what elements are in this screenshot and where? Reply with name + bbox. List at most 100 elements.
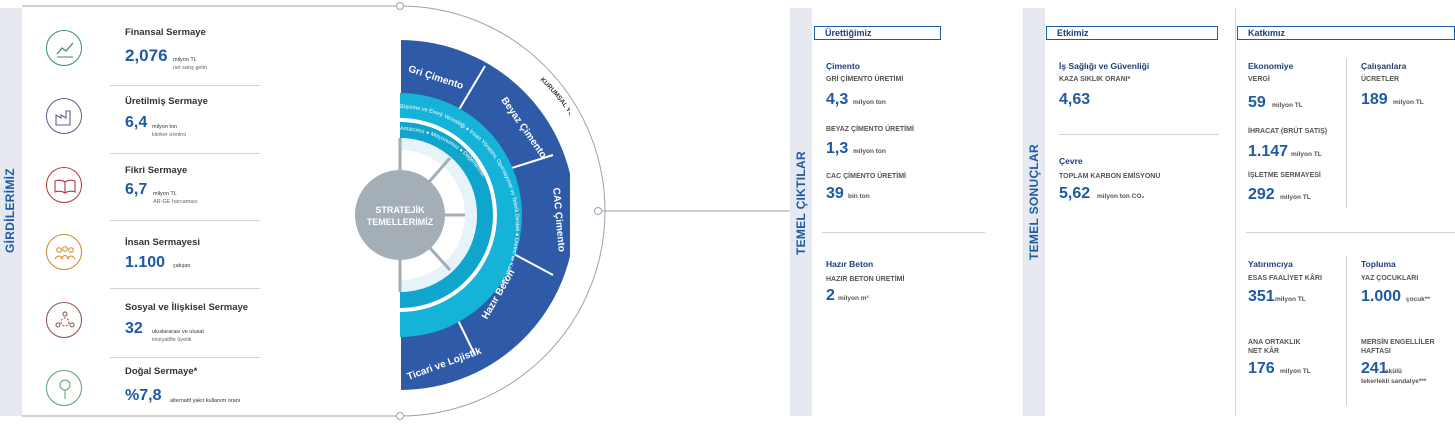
row-separator <box>110 220 260 221</box>
ihracat-label: İHRACAT (BRÜT SATIŞ) <box>1248 128 1328 135</box>
capital-value: %7,8 <box>125 387 162 404</box>
output-label: GRİ ÇİMENTO ÜRETİMİ <box>826 76 904 83</box>
isletme-label: İŞLETME SERMAYESİ <box>1248 172 1321 179</box>
cevre-title: Çevre <box>1059 156 1083 166</box>
row-separator <box>110 85 260 86</box>
yaz-unit: çocuk** <box>1406 296 1430 303</box>
calisanlara-title: Çalışanlara <box>1361 61 1407 71</box>
capital-sub: net satış geliri <box>173 65 207 71</box>
cimento-title: Çimento <box>826 61 860 71</box>
capital-title: Üretilmiş Sermaye <box>125 96 208 107</box>
ucret-value: 189 <box>1361 91 1388 108</box>
ucret-unit: milyon TL <box>1393 99 1424 106</box>
contribution-left-rule <box>1235 8 1236 416</box>
strategy-diagram: STRATEJİK TEMELLERİMİZ Büyüme ve Enerji … <box>340 30 570 390</box>
outputs-vertical-title: TEMEL ÇIKTILAR <box>794 151 808 255</box>
vergi-value: 59 <box>1248 94 1266 111</box>
results-header: Etkimiz <box>1046 26 1218 40</box>
outputs-divider <box>822 232 985 233</box>
capital-unit: milyon TL <box>173 57 197 63</box>
people-group-icon <box>46 234 82 270</box>
row-separator <box>110 153 260 154</box>
factory-icon <box>46 98 82 134</box>
yaz-label: YAZ ÇOCUKLARI <box>1361 275 1419 282</box>
mersin-value: 241 <box>1361 360 1388 377</box>
yatirimciya-title: Yatırımcıya <box>1248 259 1293 269</box>
capital-title: İnsan Sermayesi <box>125 237 200 248</box>
capital-unit: milyon TL <box>153 191 177 197</box>
mersin-unit-2: tekerlekli sandalye*** <box>1361 378 1427 385</box>
center-line1: STRATEJİK <box>375 205 425 215</box>
isg-title: İş Sağlığı ve Güvenliği <box>1059 61 1150 71</box>
ihracat-value: 1.147 <box>1248 143 1289 160</box>
beton-title: Hazır Beton <box>826 259 874 269</box>
isletme-value: 292 <box>1248 186 1275 203</box>
capital-sub: inisiyatifle üyelik <box>152 337 192 343</box>
ekonomiye-title: Ekonomiye <box>1248 61 1294 71</box>
capital-unit: çalışan <box>173 263 191 269</box>
capital-value: 6,4 <box>125 114 148 131</box>
output-value: 1,3 <box>826 140 849 157</box>
isg-value: 4,63 <box>1059 91 1091 108</box>
capital-title: Finansal Sermaye <box>125 27 206 38</box>
output-value: 39 <box>826 185 844 202</box>
capital-sub: AR-GE harcaması <box>153 199 198 205</box>
mersin-unit-1: akülü <box>1385 368 1402 375</box>
output-label: BEYAZ ÇİMENTO ÜRETİMİ <box>826 126 914 133</box>
chart-trend-icon <box>46 30 82 66</box>
row-separator <box>110 288 260 289</box>
vergi-label: VERGİ <box>1248 76 1270 83</box>
cevre-label: TOPLAM KARBON EMİSYONU <box>1059 173 1161 180</box>
faaliyet-unit: milyon TL <box>1275 296 1306 303</box>
capital-sub: klinker üretimi <box>152 132 186 138</box>
contribution-header: Katkımız <box>1237 26 1455 40</box>
output-value: 4,3 <box>826 91 849 108</box>
capital-value: 6,7 <box>125 181 148 198</box>
netkar-unit: milyon TL <box>1280 368 1311 375</box>
yaz-value: 1.000 <box>1361 288 1402 305</box>
contribution-divider <box>1246 232 1455 233</box>
results-vertical-title: TEMEL SONUÇLAR <box>1027 144 1041 260</box>
ihracat-unit: milyon TL <box>1291 151 1322 158</box>
ucret-label: ÜCRETLER <box>1361 76 1400 83</box>
netkar-label-1: ANA ORTAKLIK <box>1248 339 1301 346</box>
output-unit: milyon ton <box>853 148 886 155</box>
row-separator <box>110 357 260 358</box>
capital-unit: milyon ton <box>152 124 178 130</box>
capital-unit: uluslararası ve ulusal <box>152 329 204 335</box>
netkar-value: 176 <box>1248 360 1275 377</box>
output-unit: milyon ton <box>853 99 886 106</box>
capital-title: Doğal Sermaye* <box>125 366 198 377</box>
capital-title: Sosyal ve İlişkisel Sermaye <box>125 302 249 313</box>
mersin-label-1: MERSİN ENGELLİLER <box>1361 339 1435 346</box>
cevre-unit: milyon ton CO₂ <box>1097 193 1145 200</box>
open-book-icon <box>46 167 82 203</box>
vergi-unit: milyon TL <box>1272 102 1303 109</box>
center-line2: TEMELLERİMİZ <box>367 217 434 227</box>
center-circle <box>355 170 445 260</box>
isg-label: KAZA SIKLIK ORANI* <box>1059 76 1131 83</box>
capital-value: 2,076 <box>125 46 168 65</box>
results-divider <box>1059 134 1219 135</box>
isletme-unit: milyon TL <box>1280 194 1311 201</box>
capital-value: 32 <box>125 320 143 337</box>
output-unit: bin ton <box>848 193 870 200</box>
network-people-icon <box>46 302 82 338</box>
capital-title: Fikri Sermaye <box>125 165 188 176</box>
topluma-title: Topluma <box>1361 259 1396 269</box>
output-label: HAZIR BETON ÜRETİMİ <box>826 276 905 283</box>
tree-icon <box>46 370 82 406</box>
mersin-label-2: HAFTASI <box>1361 348 1391 355</box>
contribution-mid-rule-bottom <box>1346 256 1347 406</box>
output-label: CAC ÇİMENTO ÜRETİMİ <box>826 173 906 180</box>
inputs-frame <box>22 2 790 420</box>
output-unit: milyon m³ <box>838 295 869 302</box>
faaliyet-label: ESAS FAALİYET KÂRI <box>1248 275 1322 282</box>
outputs-header: Ürettiğimiz <box>814 26 941 40</box>
netkar-label-2: NET KÂR <box>1248 348 1280 355</box>
faaliyet-value: 351 <box>1248 288 1275 305</box>
cevre-value: 5,62 <box>1059 185 1091 202</box>
capital-value: 1.100 <box>125 254 166 271</box>
output-value: 2 <box>826 287 835 304</box>
capital-unit: alternatif yakıt kullanım oranı <box>170 398 241 404</box>
